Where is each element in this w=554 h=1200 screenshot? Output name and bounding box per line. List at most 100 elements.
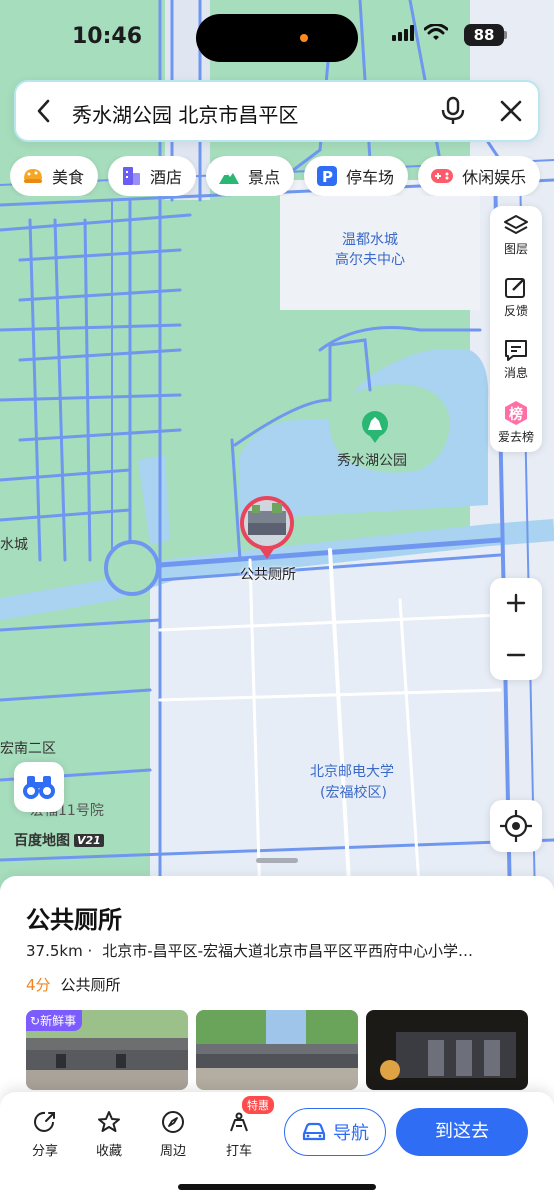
hotel-icon [123,167,141,185]
recording-dot-icon [300,34,308,42]
map-tool-panel: 图层 反馈 消息 榜 爱去榜 [490,206,542,452]
place-photo-1[interactable]: ↻新鲜事 [26,1010,188,1090]
map-logo-version: V21 [74,833,104,847]
parking-icon: P [317,166,338,186]
taxi-label: 打车 [225,1144,252,1159]
message-icon [505,340,527,361]
selected-poi-label: 公共厕所 [240,567,296,583]
place-rating-row: 4分 公共厕所 [26,974,121,995]
chip-entertainment[interactable]: 休闲娱乐 [418,156,541,196]
fresh-news-label: 新鲜事 [40,1014,77,1028]
place-photo-3[interactable] [366,1010,528,1090]
label-university-2: (宏福校区) [320,784,387,801]
place-category: 公共厕所 [60,976,121,994]
place-photo-strip[interactable]: ↻新鲜事 [26,1010,554,1090]
campus-area [150,540,490,900]
layers-label: 图层 [503,242,528,256]
category-chips: 美食 酒店 景点 P 停车场 休闲娱乐 [10,156,554,196]
label-golf-2: 高尔夫中心 [335,251,405,268]
ranking-icon-glyph: 榜 [509,406,523,423]
microphone-icon[interactable] [440,96,466,126]
taxi-promo-badge: 特惠 [242,1096,274,1114]
feedback-label: 反馈 [503,304,528,318]
feedback-edit-icon [505,278,525,298]
gamepad-icon [431,169,454,183]
share-label: 分享 [31,1144,58,1159]
zoom-in-button[interactable] [490,578,542,628]
plus-icon [506,593,526,613]
ranking-button[interactable]: 榜 爱去榜 [490,392,542,452]
photo-night-image [366,1010,528,1090]
label-golf-1: 温都水城 [342,232,398,248]
place-title: 公共厕所 [26,906,122,934]
map-logo: 百度地图 V21 [14,830,104,850]
photo-building-image [196,1010,358,1090]
star-icon [98,1111,120,1132]
zoom-out-button[interactable] [490,630,542,680]
close-icon[interactable] [498,98,524,124]
wifi-icon [424,24,448,40]
place-address[interactable]: 北京市-昌平区-宏福大道北京市昌平区平西府中心小学… [102,942,473,960]
chip-entertainment-label: 休闲娱乐 [462,168,527,187]
place-photo-2[interactable] [196,1010,358,1090]
navigate-button[interactable]: 导航 [284,1108,386,1156]
favorite-button[interactable]: 收藏 [84,1110,134,1159]
search-bar[interactable]: 秀水湖公园 北京市昌平区 [14,80,540,142]
label-water-city: 水城 [0,537,28,553]
ranking-label: 爱去榜 [497,430,534,444]
feedback-button[interactable]: 反馈 [490,268,542,328]
layers-button[interactable]: 图层 [490,206,542,266]
roundabout [104,540,160,596]
fresh-news-badge: ↻新鲜事 [26,1010,83,1031]
navigate-label: 导航 [333,1123,369,1144]
chip-parking[interactable]: P 停车场 [304,156,409,196]
messages-button[interactable]: 消息 [490,330,542,390]
layers-icon [504,215,528,234]
share-icon [34,1111,55,1132]
back-arrow-icon[interactable] [34,98,54,124]
chip-scenic[interactable]: 景点 [206,156,295,196]
label-park: 秀水湖公园 [337,453,407,469]
place-distance: 37.5km · [26,942,93,960]
chip-food[interactable]: 美食 [10,156,99,196]
favorite-label: 收藏 [95,1144,122,1159]
chip-scenic-label: 景点 [248,168,281,187]
dynamic-island [196,14,358,62]
nearby-button[interactable]: 周边 [148,1110,198,1159]
cellular-signal-icon [392,25,414,41]
place-meta: 37.5km · 北京市-昌平区-宏福大道北京市昌平区平西府中心小学… [26,940,526,961]
svg-text:P: P [322,168,333,186]
binoculars-icon [23,776,55,799]
selected-poi-marker[interactable] [238,495,296,561]
refresh-icon: ↻ [30,1014,41,1028]
zoom-controls [490,578,542,680]
chip-hotel-label: 酒店 [150,168,183,187]
chip-parking-label: 停车场 [346,168,395,187]
go-here-button[interactable]: 到这去 [396,1108,528,1156]
street-view-button[interactable] [14,762,64,812]
minus-icon [506,653,526,657]
messages-label: 消息 [503,366,528,380]
scenic-icon [219,172,240,184]
compass-icon [162,1111,184,1133]
car-icon [302,1122,326,1141]
status-bar: 10:46 88 [0,0,554,76]
locate-crosshair-icon [500,810,532,842]
nearby-label: 周边 [159,1144,186,1159]
food-icon [24,169,42,183]
label-district: 宏南二区 [0,741,56,757]
status-time: 10:46 [72,24,143,49]
battery-cap [504,31,507,39]
battery-indicator: 88 [464,24,504,46]
taxi-button[interactable]: 特惠 打车 [214,1096,274,1159]
home-indicator [178,1184,376,1190]
share-button[interactable]: 分享 [20,1110,70,1159]
sheet-drag-handle[interactable] [256,858,298,863]
chip-food-label: 美食 [52,168,85,187]
locate-me-button[interactable] [490,800,542,852]
chip-hotel[interactable]: 酒店 [108,156,197,196]
ranking-icon: 榜 [505,401,527,425]
label-university-1: 北京邮电大学 [310,764,394,780]
search-query[interactable]: 秀水湖公园 北京市昌平区 [72,99,298,128]
place-rating[interactable]: 4分 [26,976,51,994]
